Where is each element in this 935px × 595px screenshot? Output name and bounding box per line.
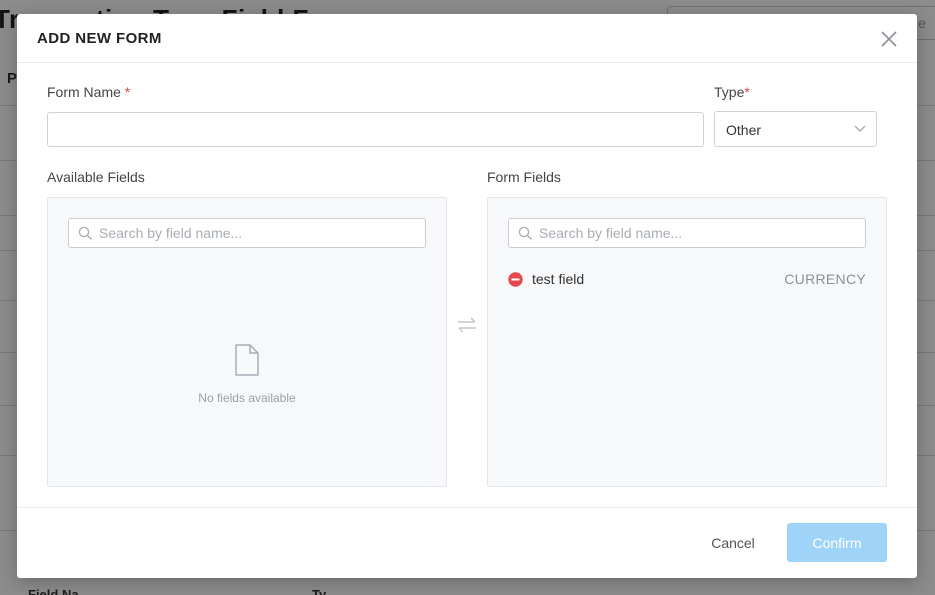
search-icon: [518, 226, 533, 241]
empty-state-text: No fields available: [198, 391, 296, 405]
form-name-label: Form Name *: [47, 84, 130, 100]
remove-icon[interactable]: [508, 272, 523, 287]
modal-header: ADD NEW FORM: [17, 14, 917, 63]
form-fields-panel: test field CURRENCY: [487, 197, 887, 487]
required-mark: *: [744, 84, 750, 100]
form-name-input[interactable]: [47, 112, 704, 147]
transfer-icon: [456, 316, 478, 334]
type-select-value: Other: [726, 122, 762, 138]
type-label: Type*: [714, 84, 750, 100]
type-label-text: Type: [714, 84, 745, 100]
field-type: CURRENCY: [784, 271, 866, 287]
modal-title: ADD NEW FORM: [37, 30, 162, 47]
available-fields-label: Available Fields: [47, 169, 145, 185]
form-fields-search-input[interactable]: [539, 219, 859, 247]
available-fields-search-input[interactable]: [99, 219, 419, 247]
file-icon: [234, 344, 260, 376]
available-fields-panel: No fields available: [47, 197, 447, 487]
form-fields-label: Form Fields: [487, 169, 561, 185]
search-icon: [78, 226, 93, 241]
chevron-down-icon: [854, 125, 866, 133]
field-name: test field: [532, 271, 585, 287]
cancel-button[interactable]: Cancel: [688, 524, 778, 562]
add-form-modal: ADD NEW FORM Form Name * Type* Other Ava…: [17, 14, 917, 578]
required-mark: *: [124, 84, 131, 100]
form-fields-search[interactable]: [508, 218, 866, 248]
available-fields-search[interactable]: [68, 218, 426, 248]
modal-footer: Cancel Confirm: [17, 507, 917, 578]
close-icon[interactable]: [879, 29, 899, 49]
form-name-label-text: Form Name: [47, 84, 121, 100]
list-item: test field CURRENCY: [508, 270, 866, 290]
type-select[interactable]: Other: [714, 111, 877, 147]
confirm-button[interactable]: Confirm: [787, 523, 887, 562]
